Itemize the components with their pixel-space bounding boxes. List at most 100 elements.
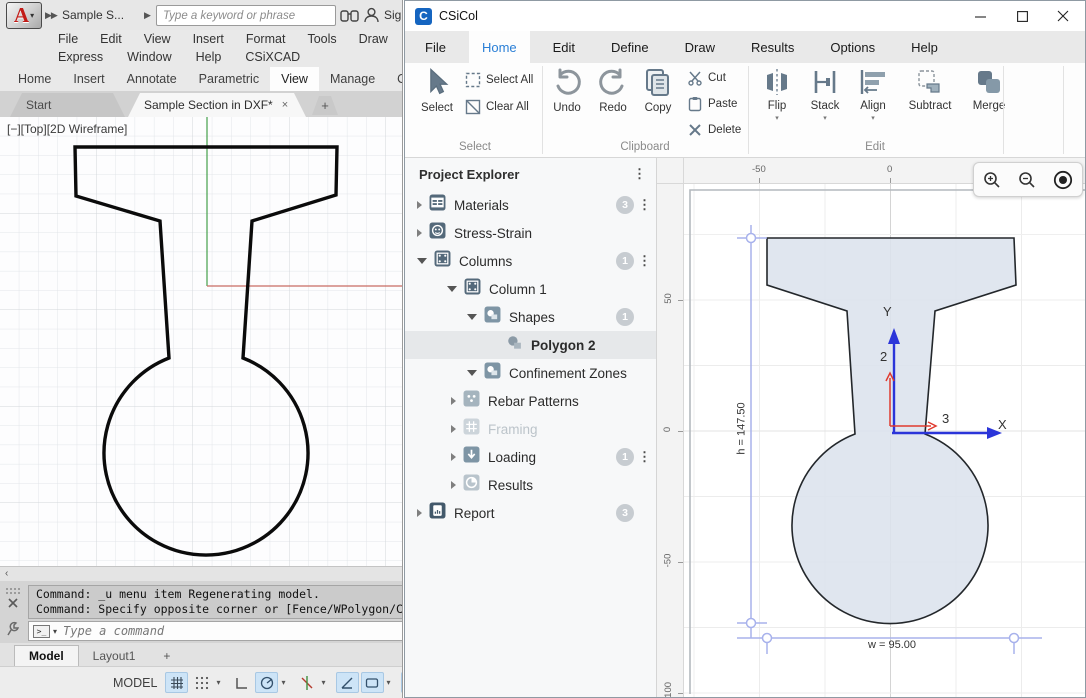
csicol-menu-help[interactable]: Help	[898, 31, 951, 63]
section-canvas[interactable]: X Y 2 3 h = 147.50 w = 95.00 -50 0 50 0 …	[657, 158, 1086, 697]
ribbon-tab-manage[interactable]: Manage	[319, 67, 386, 91]
chevron-down-icon[interactable]: ▾	[321, 678, 325, 687]
csicol-menu-home[interactable]: Home	[469, 31, 530, 63]
chevron-down-icon[interactable]: ▾	[823, 114, 827, 122]
undo-button[interactable]: Undo	[547, 67, 587, 114]
csicol-menu-edit[interactable]: Edit	[540, 31, 588, 63]
subtract-button[interactable]: Subtract	[899, 67, 961, 112]
csicol-menu-draw[interactable]: Draw	[672, 31, 728, 63]
ribbon-tab-parametric[interactable]: Parametric	[188, 67, 270, 91]
redo-button[interactable]: Redo	[593, 67, 633, 114]
expand-collapsed-icon[interactable]	[451, 453, 456, 461]
dynamic-input-toggle[interactable]	[361, 672, 384, 693]
search-input[interactable]	[156, 5, 336, 26]
stack-button[interactable]: Stack ▾	[803, 67, 847, 122]
expand-expanded-icon[interactable]	[467, 370, 477, 376]
command-input[interactable]: >_ ▾ Type a command	[28, 621, 403, 641]
flip-button[interactable]: Flip ▾	[757, 67, 797, 122]
autocad-viewport[interactable]: [−][Top][2D Wireframe]	[0, 117, 403, 566]
tree-item-columns[interactable]: Columns1⋮	[405, 247, 656, 275]
expand-collapsed-icon[interactable]	[417, 201, 422, 209]
qat-overflow-icon[interactable]: ▶▶	[45, 10, 57, 21]
select-button[interactable]: Select	[413, 67, 461, 114]
tree-item-column-1[interactable]: Column 1	[405, 275, 656, 303]
csicol-menu-file[interactable]: File	[412, 31, 459, 63]
merge-button[interactable]: Merge	[965, 67, 1013, 112]
tree-item-confinement-zones[interactable]: Confinement Zones	[405, 359, 656, 387]
drag-grip-icon[interactable]	[5, 587, 23, 595]
minimize-button[interactable]	[960, 1, 1000, 31]
horizontal-scrollbar[interactable]: ‹	[0, 566, 403, 581]
ribbon-tab-annotate[interactable]: Annotate	[116, 67, 188, 91]
cut-button[interactable]: Cut	[687, 70, 726, 86]
expand-collapsed-icon[interactable]	[451, 481, 456, 489]
viewport-controls-label[interactable]: [−][Top][2D Wireframe]	[7, 122, 127, 136]
search-binoculars-icon[interactable]	[340, 7, 359, 23]
isodraft-toggle[interactable]	[401, 672, 403, 693]
expand-collapsed-icon[interactable]	[417, 229, 422, 237]
csicol-menu-define[interactable]: Define	[598, 31, 662, 63]
tree-item-stress-strain[interactable]: Stress-Strain	[405, 219, 656, 247]
delete-button[interactable]: Delete	[687, 122, 741, 138]
close-icon[interactable]: ×	[282, 99, 288, 111]
chevron-down-icon[interactable]: ▾	[871, 114, 875, 122]
ortho-mode-toggle[interactable]	[230, 672, 253, 693]
snap-mode-toggle[interactable]	[190, 672, 213, 693]
menu-item-view[interactable]: View	[144, 30, 171, 49]
kebab-menu-icon[interactable]: ⋮	[638, 198, 651, 211]
menu-item-edit[interactable]: Edit	[100, 30, 122, 49]
ribbon-tab-view[interactable]: View	[270, 67, 319, 91]
kebab-menu-icon[interactable]: ⋮	[638, 450, 651, 463]
select-all-button[interactable]: Select All	[465, 72, 533, 88]
ribbon-tab-home[interactable]: Home	[7, 67, 62, 91]
menu-item-help[interactable]: Help	[196, 48, 222, 67]
csicol-menu-results[interactable]: Results	[738, 31, 807, 63]
tree-item-rebar-patterns[interactable]: Rebar Patterns	[405, 387, 656, 415]
sign-in-user-icon[interactable]	[363, 6, 380, 24]
expand-expanded-icon[interactable]	[467, 314, 477, 320]
tree-item-materials[interactable]: Materials3⋮	[405, 191, 656, 219]
expand-collapsed-icon[interactable]	[451, 425, 456, 433]
chevron-down-icon[interactable]: ▾	[53, 627, 57, 636]
layout-tab-+[interactable]: +	[149, 646, 184, 666]
expand-expanded-icon[interactable]	[417, 258, 427, 264]
tree-item-loading[interactable]: Loading1⋮	[405, 443, 656, 471]
ribbon-tab-output[interactable]: Output	[386, 67, 403, 91]
zoom-extents-icon[interactable]	[1052, 169, 1074, 191]
expand-expanded-icon[interactable]	[447, 286, 457, 292]
customize-wrench-icon[interactable]	[5, 621, 20, 637]
doc-tab-active[interactable]: Sample Section in DXF* ×	[128, 93, 306, 117]
scroll-left-icon[interactable]: ‹	[5, 568, 8, 579]
zoom-in-icon[interactable]	[982, 170, 1002, 190]
autocad-app-button[interactable]: A ▾	[6, 2, 42, 29]
menu-item-insert[interactable]: Insert	[193, 30, 224, 49]
menu-item-format[interactable]: Format	[246, 30, 286, 49]
command-history[interactable]: Command: _u menu item Regenerating model…	[28, 585, 403, 619]
align-button[interactable]: Align ▾	[851, 67, 895, 122]
tree-item-framing[interactable]: Framing	[405, 415, 656, 443]
grid-display-toggle[interactable]	[165, 672, 188, 693]
document-switcher[interactable]: Sample S...	[62, 8, 124, 22]
chevron-down-icon[interactable]: ▾	[216, 678, 220, 687]
model-space-label[interactable]: MODEL	[113, 676, 157, 690]
object-snap-toggle[interactable]	[295, 672, 318, 693]
tree-item-polygon-2[interactable]: Polygon 2	[405, 331, 656, 359]
sign-in-label[interactable]: Sign	[384, 8, 403, 22]
clear-all-button[interactable]: Clear All	[465, 99, 529, 115]
layout-tab-model[interactable]: Model	[14, 645, 79, 666]
snap-tracking-toggle[interactable]	[336, 672, 359, 693]
menu-item-file[interactable]: File	[58, 30, 78, 49]
csicol-menu-options[interactable]: Options	[817, 31, 888, 63]
qat-expand-icon[interactable]: ▶	[144, 10, 150, 21]
tree-item-report[interactable]: Report3	[405, 499, 656, 527]
tree-item-results[interactable]: Results	[405, 471, 656, 499]
close-icon[interactable]	[7, 597, 19, 609]
new-tab-button[interactable]: +	[312, 96, 338, 115]
chevron-down-icon[interactable]: ▾	[775, 114, 779, 122]
kebab-menu-icon[interactable]: ⋮	[633, 167, 646, 180]
paste-button[interactable]: Paste	[687, 96, 737, 112]
menu-item-express[interactable]: Express	[58, 48, 103, 67]
tree-item-shapes[interactable]: Shapes1	[405, 303, 656, 331]
layout-tab-layout1[interactable]: Layout1	[79, 646, 150, 666]
kebab-menu-icon[interactable]: ⋮	[638, 254, 651, 267]
